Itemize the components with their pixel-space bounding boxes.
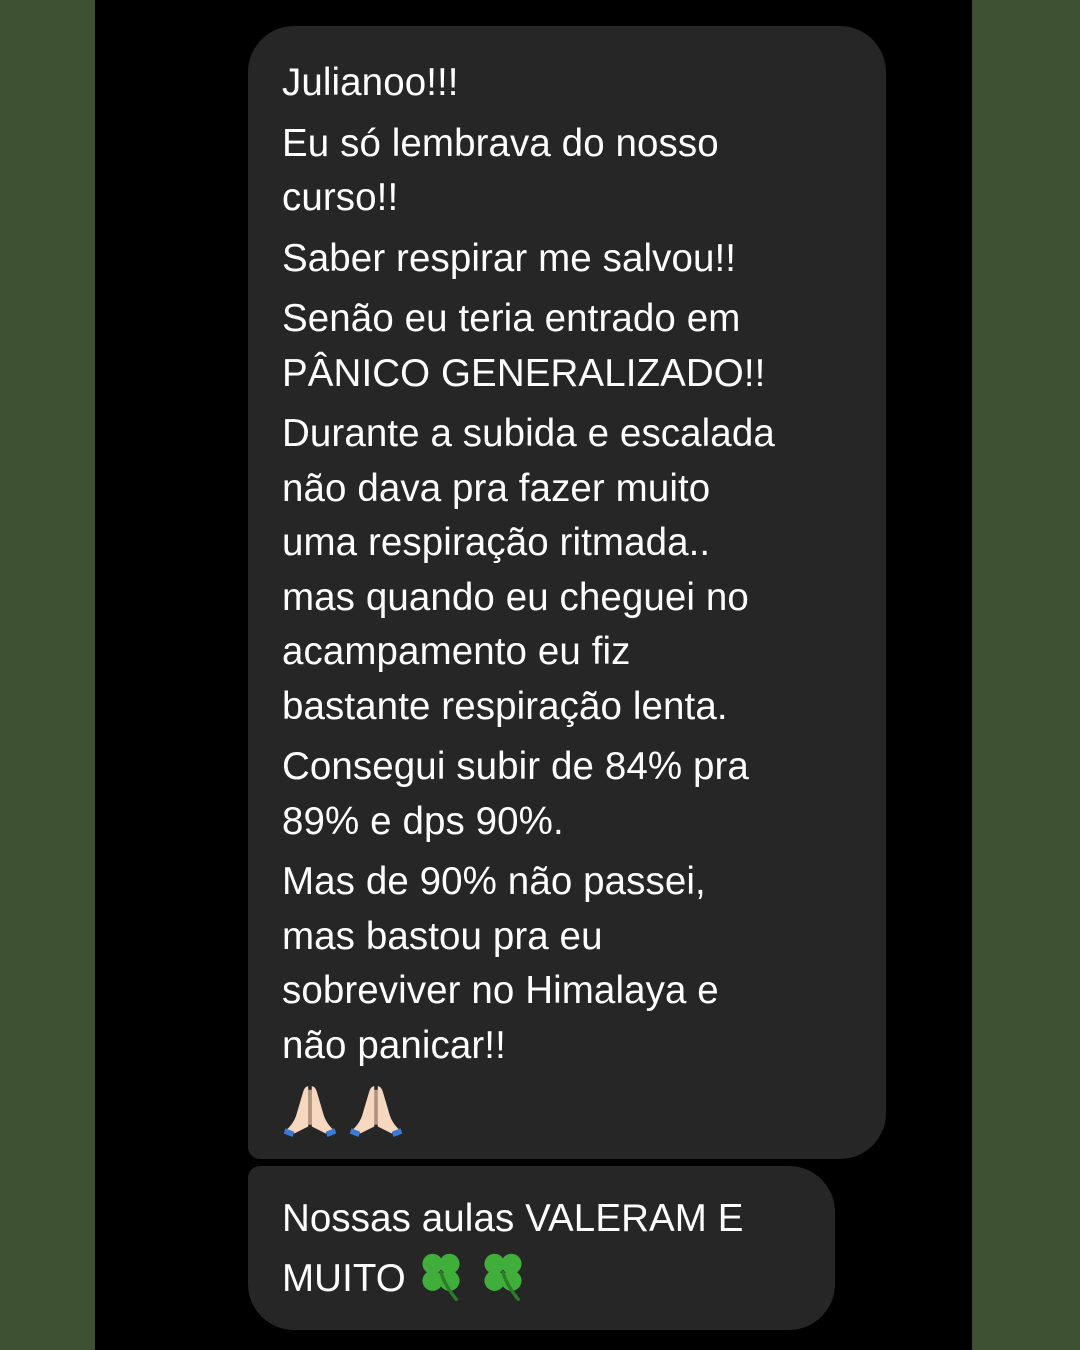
message-line: PÂNICO GENERALIZADO!!: [282, 351, 766, 395]
message-line: Eu só lembrava do nosso: [282, 121, 719, 165]
message-bubble[interactable]: Julianoo!!! Eu só lembrava do nosso curs…: [248, 26, 886, 1159]
message-line: bastante respiração lenta.: [282, 684, 728, 728]
message-line: Senão eu teria entrado em: [282, 297, 741, 340]
message-bubble[interactable]: Nossas aulas VALERAM E MUITO: [248, 1166, 835, 1330]
message-line: MUITO: [282, 1256, 406, 1300]
message-line: curso!!: [282, 176, 399, 219]
message-line: Durante a subida e escalada: [282, 412, 775, 455]
message-line: não dava pra fazer muito: [282, 466, 711, 510]
message-line: mas bastou pra eu: [282, 914, 603, 958]
outer-frame: Julianoo!!! Eu só lembrava do nosso curs…: [0, 0, 1080, 1350]
emoji-row: [282, 1079, 866, 1137]
message-line: Consegui subir de 84% pra: [282, 745, 749, 788]
message-line: uma respiração ritmada..: [282, 521, 711, 564]
four-leaf-clover-icon: [422, 1253, 460, 1301]
folded-hands-icon: [283, 1086, 337, 1137]
message-line: mas quando eu cheguei no: [282, 575, 749, 619]
message-line: Saber respirar me salvou!!: [282, 236, 737, 280]
four-leaf-clover-icon: [484, 1253, 522, 1301]
message-line: não panicar!!: [282, 1023, 506, 1067]
message-line: 89% e dps 90%.: [282, 799, 564, 843]
chat-screen: Julianoo!!! Eu só lembrava do nosso curs…: [95, 0, 972, 1350]
message-line: Julianoo!!!: [282, 61, 459, 104]
message-line: acampamento eu fiz: [282, 630, 631, 673]
message-line: sobreviver no Himalaya e: [282, 969, 719, 1012]
folded-hands-icon: [349, 1086, 403, 1137]
message-line: Mas de 90% não passei,: [282, 860, 706, 903]
message-line-with-emoji: MUITO: [282, 1247, 815, 1307]
message-line: Nossas aulas VALERAM E: [282, 1197, 744, 1240]
